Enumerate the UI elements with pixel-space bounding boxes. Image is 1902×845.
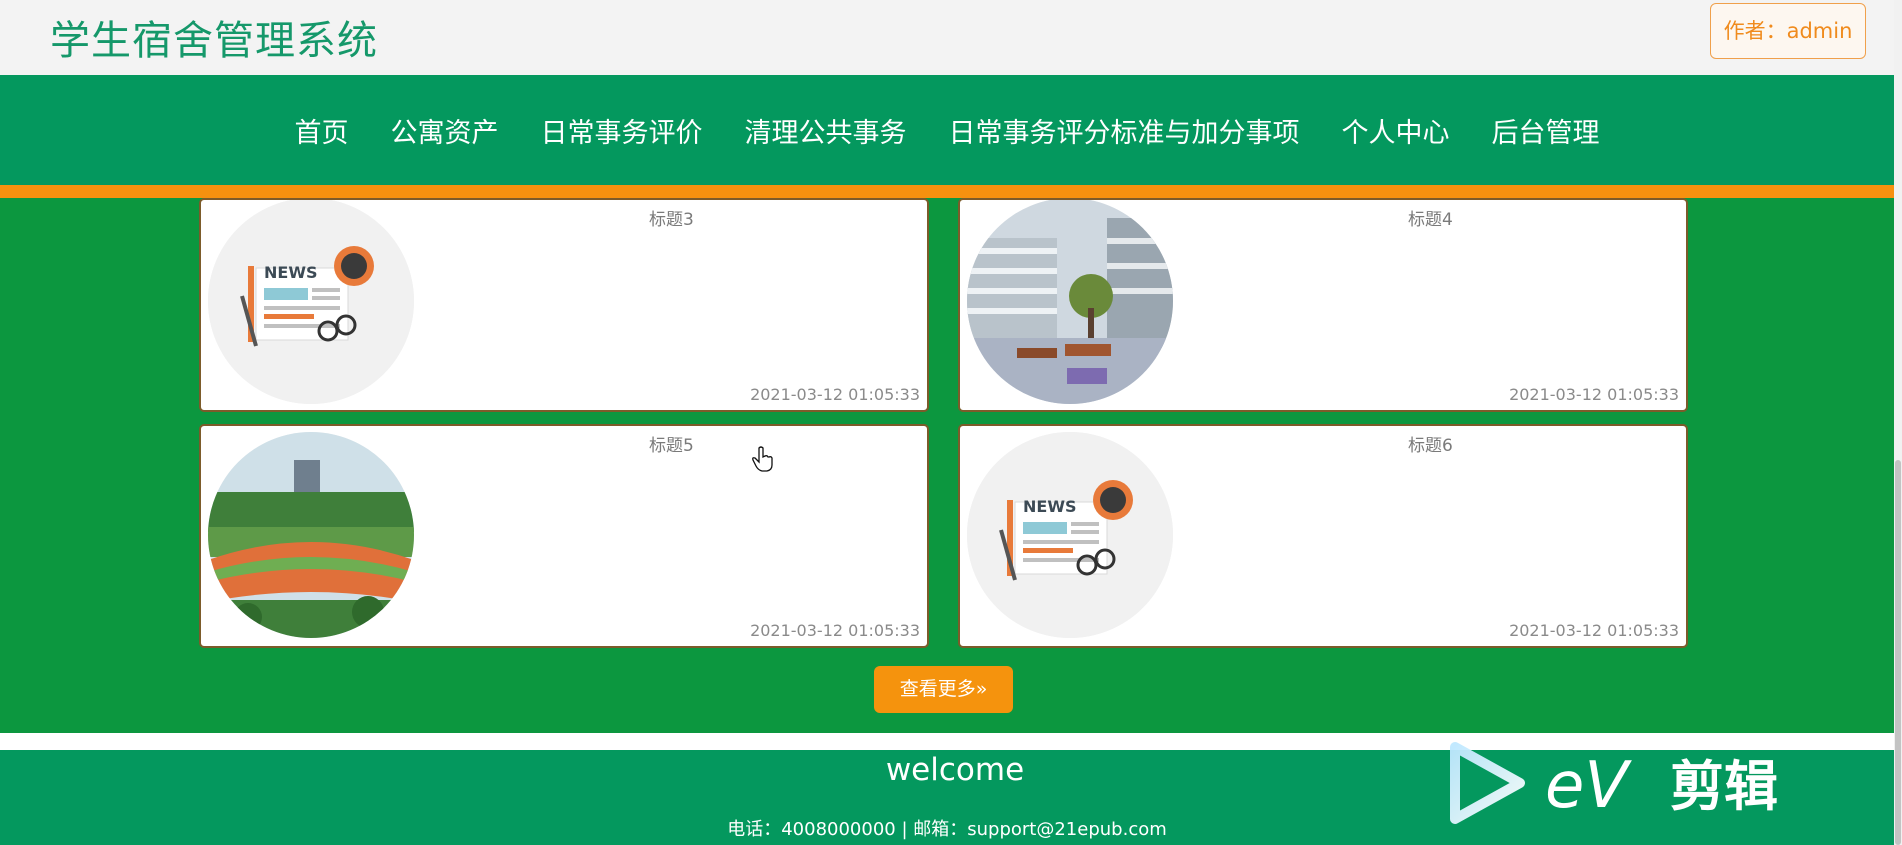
nav-item-daily-evaluation[interactable]: 日常事务评价 xyxy=(541,111,703,150)
svg-text:NEWS: NEWS xyxy=(264,263,318,282)
card-date: 2021-03-12 01:05:33 xyxy=(1509,385,1679,404)
nav-item-home[interactable]: 首页 xyxy=(295,111,349,150)
card-date: 2021-03-12 01:05:33 xyxy=(1509,621,1679,640)
svg-text:eV: eV xyxy=(1545,749,1632,823)
card-date: 2021-03-12 01:05:33 xyxy=(750,385,920,404)
nav-divider xyxy=(0,185,1894,198)
news-card[interactable]: NEWS 标题3 2021-03-12 01:05:33 xyxy=(199,198,929,412)
nav-item-scoring-standards[interactable]: 日常事务评分标准与加分事项 xyxy=(949,111,1300,150)
card-title[interactable]: 标题6 xyxy=(1408,431,1453,456)
nav-item-public-cleaning[interactable]: 清理公共事务 xyxy=(745,111,907,150)
news-illustration-image[interactable]: NEWS xyxy=(208,200,414,404)
card-title[interactable]: 标题4 xyxy=(1408,205,1453,230)
card-date: 2021-03-12 01:05:33 xyxy=(750,621,920,640)
top-header: 学生宿舍管理系统 作者：admin xyxy=(0,0,1894,75)
view-more-button[interactable]: 查看更多» xyxy=(874,666,1013,713)
site-title[interactable]: 学生宿舍管理系统 xyxy=(50,8,378,66)
nav-item-admin[interactable]: 后台管理 xyxy=(1492,111,1600,150)
page-scrollbar-thumb[interactable] xyxy=(1895,460,1901,845)
sports-field-image[interactable] xyxy=(208,432,414,638)
card-title[interactable]: 标题3 xyxy=(649,205,694,230)
campus-building-image[interactable] xyxy=(967,200,1173,404)
news-illustration-image[interactable]: NEWS xyxy=(967,432,1173,638)
ev-editor-watermark: eV 剪辑 xyxy=(1445,735,1815,835)
news-card[interactable]: 标题5 2021-03-12 01:05:33 xyxy=(199,424,929,648)
news-card[interactable]: 标题4 2021-03-12 01:05:33 xyxy=(958,198,1688,412)
nav-item-apartment-assets[interactable]: 公寓资产 xyxy=(391,111,499,150)
card-title[interactable]: 标题5 xyxy=(649,431,694,456)
author-button[interactable]: 作者：admin xyxy=(1710,3,1866,59)
news-card[interactable]: NEWS 标题6 2021-03-12 01:05:33 xyxy=(958,424,1688,648)
hand-cursor-icon xyxy=(752,446,774,472)
svg-text:剪辑: 剪辑 xyxy=(1670,755,1778,818)
main-nav: 首页 公寓资产 日常事务评价 清理公共事务 日常事务评分标准与加分事项 个人中心… xyxy=(0,75,1894,185)
news-section: NEWS 标题3 2021-03-12 01:05:33 标题4 2021-03… xyxy=(0,198,1894,733)
nav-item-personal-center[interactable]: 个人中心 xyxy=(1342,111,1450,150)
svg-text:NEWS: NEWS xyxy=(1023,497,1077,516)
